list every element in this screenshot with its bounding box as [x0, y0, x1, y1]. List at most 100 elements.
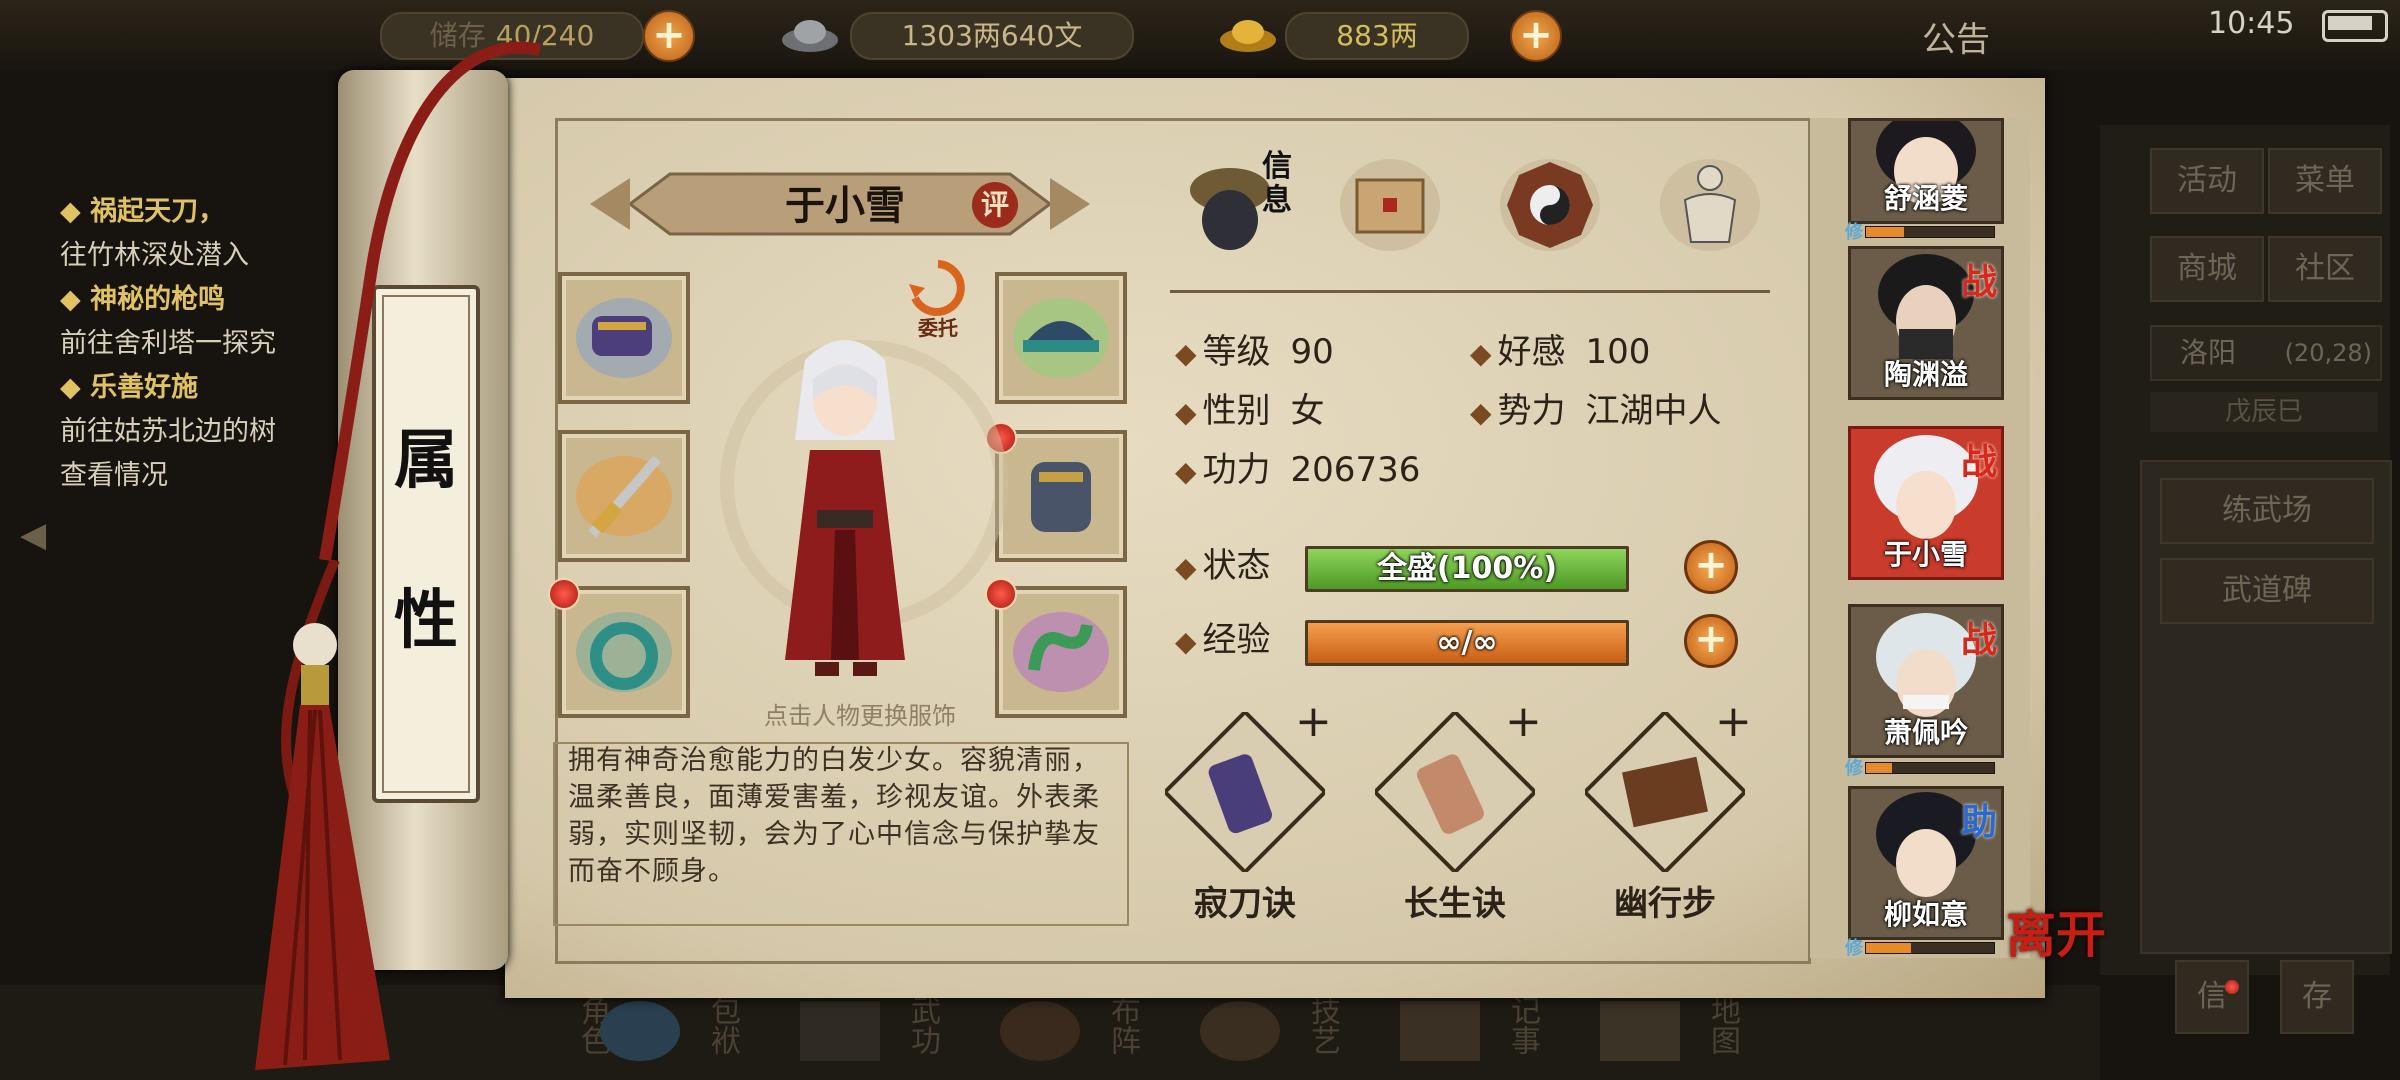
- stat-label: 功力: [1202, 450, 1271, 490]
- equip-slot-helmet[interactable]: [995, 272, 1127, 404]
- tab-info-label: 信息: [1262, 149, 1292, 218]
- cultivation-bar: 修: [1845, 222, 1995, 243]
- stat-label: 状态: [1202, 546, 1271, 586]
- rate-button[interactable]: 评: [972, 182, 1018, 228]
- party-member-card[interactable]: 柳如意 助: [1848, 786, 2004, 940]
- stat-value: 女: [1290, 391, 1325, 431]
- armor-icon: [1031, 462, 1091, 532]
- nav-formation[interactable]: 布阵: [1000, 995, 1150, 1075]
- nav-label: 布阵: [1105, 995, 1140, 1055]
- stat-label: 等级: [1202, 332, 1271, 372]
- cultivation-label: 修: [1845, 938, 1863, 959]
- skill-add-icon[interactable]: +: [1715, 696, 1752, 747]
- ring-alert-dot: [548, 578, 580, 610]
- silver-text: 1303两640文: [901, 19, 1083, 52]
- quest-title: 神秘的枪鸣: [90, 284, 226, 315]
- nav-character[interactable]: 角色: [470, 995, 620, 1075]
- muscle-body-icon: [1660, 159, 1760, 251]
- cultivation-fill: [1866, 943, 1911, 953]
- mail-notification-dot: [2225, 980, 2239, 994]
- party-member-card[interactable]: 舒涵菱: [1848, 118, 2004, 224]
- party-member-name: 萧佩吟: [1883, 716, 1968, 749]
- mail-button[interactable]: 信: [2175, 960, 2249, 1034]
- stat-favor: ◆ 好感 100: [1470, 332, 1651, 372]
- activity-button[interactable]: 活动: [2150, 148, 2264, 214]
- equip-slot-weapon[interactable]: [558, 430, 690, 562]
- stat-value: 100: [1585, 332, 1651, 372]
- stat-value: 江湖中人: [1585, 391, 1722, 431]
- party-member-card-selected[interactable]: 于小雪 战: [1848, 426, 2004, 580]
- accessory-alert-dot: [985, 578, 1017, 610]
- nav-label: 技艺: [1305, 995, 1340, 1055]
- letter-icon: [1340, 159, 1440, 251]
- exp-bar: ∞/∞: [1305, 620, 1629, 666]
- party-member-card[interactable]: 萧佩吟 战: [1848, 604, 2004, 758]
- location-display: 洛阳 (20,28): [2150, 325, 2382, 381]
- stat-label: 好感: [1497, 332, 1566, 372]
- tassel-decoration: [255, 560, 390, 1070]
- nav-journal[interactable]: 记事: [1400, 995, 1550, 1075]
- tab-bagua[interactable]: [1495, 150, 1605, 260]
- bag-icon: [600, 1001, 680, 1061]
- battle-badge: 战: [1960, 262, 1997, 303]
- silver-amount: 1303两640文: [850, 12, 1134, 60]
- nav-map[interactable]: 地图: [1600, 995, 1750, 1075]
- cord-decoration: [319, 41, 542, 561]
- party-member-name: 于小雪: [1883, 538, 1968, 571]
- clock: 10:45: [2208, 6, 2295, 41]
- teapot-icon: [1200, 1001, 1280, 1061]
- location-coords: (20,28): [2284, 339, 2372, 367]
- save-button[interactable]: 存: [2280, 960, 2354, 1034]
- quest-title: 祸起天刀，: [90, 196, 226, 227]
- leave-label: 离开: [2006, 905, 2106, 964]
- equip-slot-ring[interactable]: [558, 586, 690, 718]
- status-add-button[interactable]: +: [1684, 540, 1738, 594]
- nav-martial-arts[interactable]: 武功: [800, 995, 950, 1075]
- equip-slot-armguard[interactable]: [558, 272, 690, 404]
- equip-slot-accessory[interactable]: [995, 586, 1127, 718]
- books-icon: [800, 1001, 880, 1061]
- gold-add-button[interactable]: +: [1510, 10, 1562, 62]
- martial-stele-button[interactable]: 武道碑: [2160, 558, 2374, 624]
- skill-add-icon[interactable]: +: [1505, 696, 1542, 747]
- training-ground-button[interactable]: 练武场: [2160, 478, 2374, 544]
- stat-level: ◆ 等级 90: [1175, 332, 1334, 372]
- assist-badge: 助: [1960, 802, 1997, 843]
- cultivation-fill: [1866, 227, 1905, 237]
- nav-label: 包袱: [705, 995, 740, 1055]
- skill-add-icon[interactable]: +: [1295, 696, 1332, 747]
- character-name: 于小雪: [785, 183, 905, 229]
- shop-button[interactable]: 商城: [2150, 236, 2264, 302]
- nav-label: 地图: [1705, 995, 1740, 1055]
- menu-button[interactable]: 菜单: [2268, 148, 2382, 214]
- tab-body[interactable]: [1655, 150, 1765, 260]
- gold-amount: 883两: [1285, 12, 1469, 60]
- character-portrait[interactable]: [755, 330, 935, 690]
- status-bar: 全盛(100%): [1305, 546, 1629, 592]
- collapse-arrow-icon[interactable]: ◀: [20, 515, 60, 565]
- exp-add-button[interactable]: +: [1684, 614, 1738, 668]
- party-member-name: 舒涵菱: [1883, 182, 1968, 215]
- jade-ring-icon: [576, 612, 672, 692]
- journal-icon: [1400, 1001, 1480, 1061]
- community-button[interactable]: 社区: [2268, 236, 2382, 302]
- tab-letter[interactable]: [1335, 150, 1445, 260]
- hat-icon: [1013, 298, 1109, 378]
- stat-status-label: ◆ 状态: [1175, 546, 1271, 586]
- party-member-card[interactable]: 陶渊溢 战: [1848, 246, 2004, 400]
- stat-exp-label: ◆ 经验: [1175, 620, 1271, 660]
- gauntlet-icon: [576, 298, 672, 378]
- sword-icon: [576, 455, 672, 538]
- nav-label: 记事: [1505, 995, 1540, 1055]
- equip-slot-armor[interactable]: [995, 430, 1127, 562]
- party-member-name: 柳如意: [1883, 898, 1968, 931]
- notice-button[interactable]: 公告: [1922, 12, 1990, 61]
- battery-icon: [2322, 10, 2388, 42]
- stat-gender: ◆ 性别女: [1175, 391, 1325, 431]
- nav-inventory[interactable]: 包袱: [600, 995, 750, 1075]
- cultivation-label: 修: [1845, 758, 1863, 779]
- nav-skills[interactable]: 技艺: [1200, 995, 1350, 1075]
- stat-value: 90: [1290, 332, 1334, 372]
- bag-add-button[interactable]: +: [643, 10, 695, 62]
- leave-button[interactable]: 离开: [2006, 910, 2116, 1010]
